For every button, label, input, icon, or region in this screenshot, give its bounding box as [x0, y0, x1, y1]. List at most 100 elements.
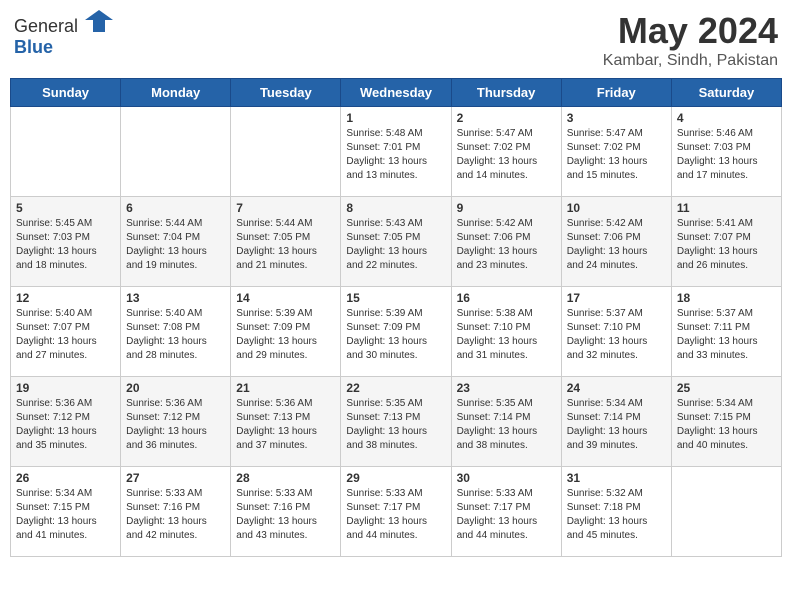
day-number: 10 [567, 201, 666, 215]
calendar-cell: 11Sunrise: 5:41 AM Sunset: 7:07 PM Dayli… [671, 197, 781, 287]
header-row: SundayMondayTuesdayWednesdayThursdayFrid… [11, 79, 782, 107]
day-info: Sunrise: 5:34 AM Sunset: 7:15 PM Dayligh… [677, 397, 776, 453]
calendar-cell: 1Sunrise: 5:48 AM Sunset: 7:01 PM Daylig… [341, 107, 451, 197]
day-info: Sunrise: 5:40 AM Sunset: 7:08 PM Dayligh… [126, 307, 225, 363]
calendar-cell: 31 Sunrise: 5:32 AM Sunset: 7:18 PM Dayli… [561, 467, 671, 557]
header-day: Tuesday [231, 79, 341, 107]
logo-text: General Blue [14, 10, 113, 58]
calendar-header: SundayMondayTuesdayWednesdayThursdayFrid… [11, 79, 782, 107]
day-info: Sunrise: 5:41 AM Sunset: 7:07 PM Dayligh… [677, 217, 776, 273]
calendar-cell: 22 Sunrise: 5:35 AM Sunset: 7:13 PM Dayli… [341, 377, 451, 467]
logo-blue: Blue [14, 37, 53, 57]
day-number: 5 [16, 201, 115, 215]
day-info: Sunrise: 5:44 AM Sunset: 7:04 PM Dayligh… [126, 217, 225, 273]
logo-general: General [14, 16, 78, 36]
day-info: Sunrise: 5:38 AM Sunset: 7:10 PM Dayligh… [457, 307, 556, 363]
day-info: Sunrise: 5:48 AM Sunset: 7:01 PM Dayligh… [346, 127, 445, 183]
day-info: Sunrise: 5:42 AM Sunset: 7:06 PM Dayligh… [457, 217, 556, 273]
calendar-cell: 29 Sunrise: 5:33 AM Sunset: 7:17 PM Dayli… [341, 467, 451, 557]
day-number: 14 [236, 291, 335, 305]
day-number: 29 [346, 471, 445, 485]
calendar-cell [231, 107, 341, 197]
day-number: 15 [346, 291, 445, 305]
calendar-cell: 12Sunrise: 5:40 AM Sunset: 7:07 PM Dayli… [11, 287, 121, 377]
day-info: Sunrise: 5:46 AM Sunset: 7:03 PM Dayligh… [677, 127, 776, 183]
day-number: 18 [677, 291, 776, 305]
calendar-cell: 9 Sunrise: 5:42 AM Sunset: 7:06 PM Daylig… [451, 197, 561, 287]
calendar-body: 1Sunrise: 5:48 AM Sunset: 7:01 PM Daylig… [11, 107, 782, 557]
calendar-cell: 16Sunrise: 5:38 AM Sunset: 7:10 PM Dayli… [451, 287, 561, 377]
calendar-row: 1Sunrise: 5:48 AM Sunset: 7:01 PM Daylig… [11, 107, 782, 197]
day-info: Sunrise: 5:36 AM Sunset: 7:13 PM Dayligh… [236, 397, 335, 453]
day-info: Sunrise: 5:35 AM Sunset: 7:13 PM Dayligh… [346, 397, 445, 453]
calendar-cell: 10 Sunrise: 5:42 AM Sunset: 7:06 PM Dayli… [561, 197, 671, 287]
day-number: 7 [236, 201, 335, 215]
day-number: 23 [457, 381, 556, 395]
day-info: Sunrise: 5:36 AM Sunset: 7:12 PM Dayligh… [126, 397, 225, 453]
day-number: 8 [346, 201, 445, 215]
day-info: Sunrise: 5:40 AM Sunset: 7:07 PM Dayligh… [16, 307, 115, 363]
calendar-row: 26 Sunrise: 5:34 AM Sunset: 7:15 PM Dayli… [11, 467, 782, 557]
calendar-cell: 5 Sunrise: 5:45 AM Sunset: 7:03 PM Daylig… [11, 197, 121, 287]
day-info: Sunrise: 5:35 AM Sunset: 7:14 PM Dayligh… [457, 397, 556, 453]
calendar-cell: 25 Sunrise: 5:34 AM Sunset: 7:15 PM Dayli… [671, 377, 781, 467]
day-number: 21 [236, 381, 335, 395]
day-info: Sunrise: 5:47 AM Sunset: 7:02 PM Dayligh… [457, 127, 556, 183]
calendar-cell: 13Sunrise: 5:40 AM Sunset: 7:08 PM Dayli… [121, 287, 231, 377]
day-number: 17 [567, 291, 666, 305]
calendar-location: Kambar, Sindh, Pakistan [603, 52, 778, 70]
calendar-cell: 23 Sunrise: 5:35 AM Sunset: 7:14 PM Dayli… [451, 377, 561, 467]
day-number: 22 [346, 381, 445, 395]
calendar-row: 19 Sunrise: 5:36 AM Sunset: 7:12 PM Dayli… [11, 377, 782, 467]
day-number: 31 [567, 471, 666, 485]
logo-icon [85, 10, 113, 32]
calendar-title: May 2024 [603, 10, 778, 52]
day-info: Sunrise: 5:33 AM Sunset: 7:17 PM Dayligh… [346, 487, 445, 543]
day-info: Sunrise: 5:33 AM Sunset: 7:16 PM Dayligh… [126, 487, 225, 543]
header-day: Sunday [11, 79, 121, 107]
day-info: Sunrise: 5:33 AM Sunset: 7:17 PM Dayligh… [457, 487, 556, 543]
day-number: 24 [567, 381, 666, 395]
day-number: 2 [457, 111, 556, 125]
calendar-row: 5 Sunrise: 5:45 AM Sunset: 7:03 PM Daylig… [11, 197, 782, 287]
logo: General Blue [14, 10, 113, 58]
header-day: Saturday [671, 79, 781, 107]
calendar-cell: 8 Sunrise: 5:43 AM Sunset: 7:05 PM Daylig… [341, 197, 451, 287]
header-day: Thursday [451, 79, 561, 107]
page-header: General Blue May 2024 Kambar, Sindh, Pak… [10, 10, 782, 70]
day-info: Sunrise: 5:42 AM Sunset: 7:06 PM Dayligh… [567, 217, 666, 273]
day-info: Sunrise: 5:36 AM Sunset: 7:12 PM Dayligh… [16, 397, 115, 453]
day-info: Sunrise: 5:32 AM Sunset: 7:18 PM Dayligh… [567, 487, 666, 543]
header-day: Monday [121, 79, 231, 107]
calendar-cell [121, 107, 231, 197]
day-number: 27 [126, 471, 225, 485]
day-number: 25 [677, 381, 776, 395]
day-info: Sunrise: 5:39 AM Sunset: 7:09 PM Dayligh… [346, 307, 445, 363]
calendar-cell [11, 107, 121, 197]
day-info: Sunrise: 5:34 AM Sunset: 7:15 PM Dayligh… [16, 487, 115, 543]
header-day: Wednesday [341, 79, 451, 107]
day-number: 4 [677, 111, 776, 125]
day-number: 6 [126, 201, 225, 215]
calendar-cell: 6 Sunrise: 5:44 AM Sunset: 7:04 PM Daylig… [121, 197, 231, 287]
day-number: 26 [16, 471, 115, 485]
calendar-cell: 15 Sunrise: 5:39 AM Sunset: 7:09 PM Dayli… [341, 287, 451, 377]
day-number: 9 [457, 201, 556, 215]
calendar-cell: 20Sunrise: 5:36 AM Sunset: 7:12 PM Dayli… [121, 377, 231, 467]
calendar-cell: 26 Sunrise: 5:34 AM Sunset: 7:15 PM Dayli… [11, 467, 121, 557]
day-info: Sunrise: 5:47 AM Sunset: 7:02 PM Dayligh… [567, 127, 666, 183]
calendar-cell: 30Sunrise: 5:33 AM Sunset: 7:17 PM Dayli… [451, 467, 561, 557]
calendar-row: 12Sunrise: 5:40 AM Sunset: 7:07 PM Dayli… [11, 287, 782, 377]
calendar-cell: 19 Sunrise: 5:36 AM Sunset: 7:12 PM Dayli… [11, 377, 121, 467]
day-number: 19 [16, 381, 115, 395]
day-info: Sunrise: 5:45 AM Sunset: 7:03 PM Dayligh… [16, 217, 115, 273]
day-info: Sunrise: 5:43 AM Sunset: 7:05 PM Dayligh… [346, 217, 445, 273]
calendar-cell: 4 Sunrise: 5:46 AM Sunset: 7:03 PM Daylig… [671, 107, 781, 197]
header-day: Friday [561, 79, 671, 107]
calendar-cell: 24Sunrise: 5:34 AM Sunset: 7:14 PM Dayli… [561, 377, 671, 467]
calendar-cell: 18Sunrise: 5:37 AM Sunset: 7:11 PM Dayli… [671, 287, 781, 377]
day-number: 28 [236, 471, 335, 485]
calendar-cell: 27 Sunrise: 5:33 AM Sunset: 7:16 PM Dayli… [121, 467, 231, 557]
day-info: Sunrise: 5:44 AM Sunset: 7:05 PM Dayligh… [236, 217, 335, 273]
title-block: May 2024 Kambar, Sindh, Pakistan [603, 10, 778, 70]
